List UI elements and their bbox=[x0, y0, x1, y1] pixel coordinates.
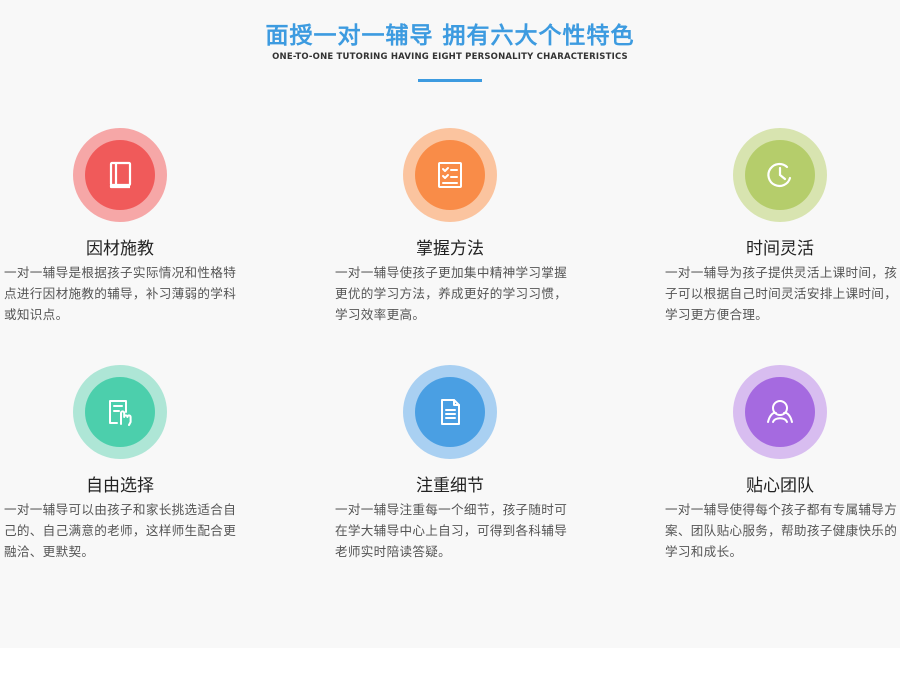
feature-icon-ring bbox=[733, 365, 827, 459]
features-panel: 面授一对一辅导 拥有六大个性特色 ONE-TO-ONE TUTORING HAV… bbox=[0, 0, 900, 648]
feature-icon-ring bbox=[403, 128, 497, 222]
feature-card: 因材施教 一对一辅导是根据孩子实际情况和性格特点进行因材施教的辅导，补习薄弱的学… bbox=[4, 128, 244, 338]
feature-description: 一对一辅导注重每一个细节，孩子随时可在学大辅导中心上自习，可得到各科辅导老师实时… bbox=[335, 502, 568, 559]
feature-description: 一对一辅导为孩子提供灵活上课时间，孩子可以根据自己时间灵活安排上课时间，学习更方… bbox=[665, 265, 898, 322]
section-subtitle: ONE-TO-ONE TUTORING HAVING EIGHT PERSONA… bbox=[272, 52, 628, 62]
feature-icon-ring bbox=[403, 365, 497, 459]
feature-description: 一对一辅导是根据孩子实际情况和性格特点进行因材施教的辅导，补习薄弱的学科或知识点… bbox=[4, 265, 237, 322]
hand-select-icon bbox=[85, 377, 155, 447]
feature-title: 贴心团队 bbox=[746, 476, 814, 496]
feature-title: 注重细节 bbox=[416, 476, 484, 496]
section-title: 面授一对一辅导 拥有六大个性特色 bbox=[265, 23, 635, 49]
feature-description: 一对一辅导可以由孩子和家长挑选适合自己的、自己满意的老师，这样师生配合更融洽、更… bbox=[4, 502, 237, 559]
feature-title: 自由选择 bbox=[86, 476, 154, 496]
feature-title: 掌握方法 bbox=[416, 239, 484, 259]
book-icon bbox=[85, 140, 155, 210]
team-icon bbox=[745, 377, 815, 447]
feature-icon-ring bbox=[73, 128, 167, 222]
feature-title: 因材施教 bbox=[86, 239, 154, 259]
checklist-icon bbox=[415, 140, 485, 210]
feature-card: 时间灵活 一对一辅导为孩子提供灵活上课时间，孩子可以根据自己时间灵活安排上课时间… bbox=[665, 128, 900, 338]
feature-card: 注重细节 一对一辅导注重每一个细节，孩子随时可在学大辅导中心上自习，可得到各科辅… bbox=[335, 365, 575, 575]
feature-card: 自由选择 一对一辅导可以由孩子和家长挑选适合自己的、自己满意的老师，这样师生配合… bbox=[4, 365, 244, 575]
feature-card: 掌握方法 一对一辅导使孩子更加集中精神学习掌握更优的学习方法，养成更好的学习习惯… bbox=[335, 128, 575, 338]
clock-icon bbox=[745, 140, 815, 210]
feature-icon-ring bbox=[733, 128, 827, 222]
title-underline bbox=[418, 79, 482, 82]
feature-icon-ring bbox=[73, 365, 167, 459]
feature-description: 一对一辅导使孩子更加集中精神学习掌握更优的学习方法，养成更好的学习习惯，学习效率… bbox=[335, 265, 568, 322]
feature-card: 贴心团队 一对一辅导使得每个孩子都有专属辅导方案、团队贴心服务，帮助孩子健康快乐… bbox=[665, 365, 900, 575]
document-icon bbox=[415, 377, 485, 447]
feature-title: 时间灵活 bbox=[746, 239, 814, 259]
feature-description: 一对一辅导使得每个孩子都有专属辅导方案、团队贴心服务，帮助孩子健康快乐的学习和成… bbox=[665, 502, 898, 559]
